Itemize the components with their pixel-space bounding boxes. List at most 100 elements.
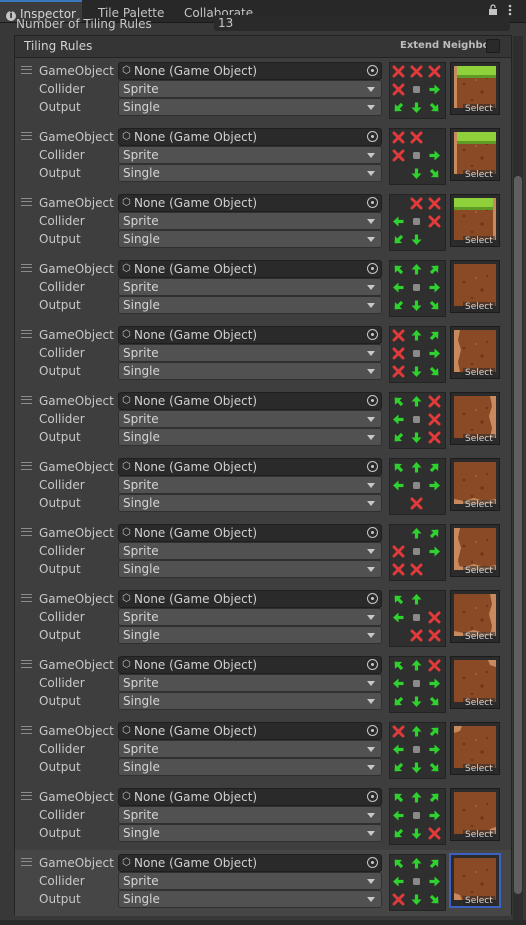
arrow-downright-icon[interactable] <box>426 363 443 380</box>
neighbor-cell-empty[interactable] <box>390 627 407 644</box>
not-this-icon[interactable] <box>426 213 443 230</box>
object-picker-icon[interactable] <box>367 329 378 340</box>
tiling-rule[interactable]: GameObject Collider Output ⬡ None (Game Obje… <box>15 58 511 124</box>
drag-handle-icon[interactable] <box>21 792 32 800</box>
neighbor-cell-empty[interactable] <box>390 165 407 182</box>
drag-handle-icon[interactable] <box>21 330 32 338</box>
arrow-down-icon[interactable] <box>408 297 425 314</box>
neighbor-cell-empty[interactable] <box>426 231 443 248</box>
not-this-icon[interactable] <box>390 63 407 80</box>
output-dropdown[interactable]: Single <box>118 98 382 116</box>
collider-dropdown[interactable]: Sprite <box>118 344 382 362</box>
select-button[interactable]: Select <box>463 104 495 114</box>
arrow-right-icon[interactable] <box>426 741 443 758</box>
not-this-icon[interactable] <box>390 723 407 740</box>
object-picker-icon[interactable] <box>367 461 378 472</box>
arrow-right-icon[interactable] <box>426 279 443 296</box>
select-button[interactable]: Select <box>463 764 495 774</box>
drag-handle-icon[interactable] <box>21 396 32 404</box>
center-cell-icon[interactable] <box>408 741 425 758</box>
arrow-downright-icon[interactable] <box>426 759 443 776</box>
arrow-up-icon[interactable] <box>408 657 425 674</box>
arrow-down-icon[interactable] <box>408 825 425 842</box>
gameobject-field[interactable]: ⬡ None (Game Object) <box>118 128 382 146</box>
arrow-upleft-icon[interactable] <box>390 789 407 806</box>
number-of-rules-field[interactable]: 13 <box>214 15 510 31</box>
output-dropdown[interactable]: Single <box>118 428 382 446</box>
object-picker-icon[interactable] <box>367 857 378 868</box>
arrow-upleft-icon[interactable] <box>390 591 407 608</box>
arrow-left-icon[interactable] <box>390 213 407 230</box>
not-this-icon[interactable] <box>426 609 443 626</box>
arrow-upright-icon[interactable] <box>426 855 443 872</box>
sprite-preview[interactable]: Select <box>450 854 500 907</box>
tiling-rule[interactable]: GameObject Collider Output ⬡ None (Game Obje… <box>15 784 511 850</box>
arrow-upleft-icon[interactable] <box>390 855 407 872</box>
not-this-icon[interactable] <box>426 825 443 842</box>
select-button[interactable]: Select <box>463 368 495 378</box>
object-picker-icon[interactable] <box>367 593 378 604</box>
arrow-right-icon[interactable] <box>426 477 443 494</box>
arrow-left-icon[interactable] <box>390 873 407 890</box>
arrow-downleft-icon[interactable] <box>390 99 407 116</box>
object-picker-icon[interactable] <box>367 65 378 76</box>
arrow-down-icon[interactable] <box>408 429 425 446</box>
output-dropdown[interactable]: Single <box>118 164 382 182</box>
arrow-downleft-icon[interactable] <box>390 693 407 710</box>
not-this-icon[interactable] <box>390 147 407 164</box>
arrow-up-icon[interactable] <box>408 789 425 806</box>
output-dropdown[interactable]: Single <box>118 626 382 644</box>
sprite-preview[interactable]: Select <box>450 524 500 577</box>
collider-dropdown[interactable]: Sprite <box>118 146 382 164</box>
gameobject-field[interactable]: ⬡ None (Game Object) <box>118 392 382 410</box>
collider-dropdown[interactable]: Sprite <box>118 608 382 626</box>
arrow-down-icon[interactable] <box>408 363 425 380</box>
select-button[interactable]: Select <box>463 566 495 576</box>
neighbor-cell-empty[interactable] <box>426 495 443 512</box>
not-this-icon[interactable] <box>390 561 407 578</box>
sprite-preview[interactable]: Select <box>450 62 500 115</box>
arrow-right-icon[interactable] <box>426 543 443 560</box>
output-dropdown[interactable]: Single <box>118 890 382 908</box>
gameobject-field[interactable]: ⬡ None (Game Object) <box>118 656 382 674</box>
sprite-preview[interactable]: Select <box>450 194 500 247</box>
object-picker-icon[interactable] <box>367 527 378 538</box>
arrow-up-icon[interactable] <box>408 393 425 410</box>
not-this-icon[interactable] <box>408 627 425 644</box>
drag-handle-icon[interactable] <box>21 198 32 206</box>
select-button[interactable]: Select <box>463 236 495 246</box>
tiling-rule[interactable]: GameObject Collider Output ⬡ None (Game Obje… <box>15 256 511 322</box>
extend-neighbor-checkbox[interactable] <box>486 39 500 53</box>
center-cell-icon[interactable] <box>408 609 425 626</box>
neighbor-cell-empty[interactable] <box>426 561 443 578</box>
tiling-rule[interactable]: GameObject Collider Output ⬡ None (Game Obje… <box>15 520 511 586</box>
gameobject-field[interactable]: ⬡ None (Game Object) <box>118 590 382 608</box>
arrow-up-icon[interactable] <box>408 459 425 476</box>
center-cell-icon[interactable] <box>408 675 425 692</box>
not-this-icon[interactable] <box>408 129 425 146</box>
select-button[interactable]: Select <box>463 434 495 444</box>
object-picker-icon[interactable] <box>367 791 378 802</box>
arrow-upright-icon[interactable] <box>426 459 443 476</box>
collider-dropdown[interactable]: Sprite <box>118 872 382 890</box>
collider-dropdown[interactable]: Sprite <box>118 806 382 824</box>
drag-handle-icon[interactable] <box>21 858 32 866</box>
arrow-down-icon[interactable] <box>408 231 425 248</box>
sprite-preview[interactable]: Select <box>450 788 500 841</box>
not-this-icon[interactable] <box>426 63 443 80</box>
tiling-rule[interactable]: GameObject Collider Output ⬡ None (Game Obje… <box>15 322 511 388</box>
gameobject-field[interactable]: ⬡ None (Game Object) <box>118 260 382 278</box>
arrow-downright-icon[interactable] <box>426 297 443 314</box>
not-this-icon[interactable] <box>390 363 407 380</box>
tiling-rule[interactable]: GameObject Collider Output ⬡ None (Game Obje… <box>15 190 511 256</box>
drag-handle-icon[interactable] <box>21 594 32 602</box>
object-picker-icon[interactable] <box>367 659 378 670</box>
arrow-down-icon[interactable] <box>408 165 425 182</box>
output-dropdown[interactable]: Single <box>118 296 382 314</box>
drag-handle-icon[interactable] <box>21 462 32 470</box>
select-button[interactable]: Select <box>463 302 495 312</box>
center-cell-icon[interactable] <box>408 411 425 428</box>
arrow-downleft-icon[interactable] <box>390 297 407 314</box>
gameobject-field[interactable]: ⬡ None (Game Object) <box>118 788 382 806</box>
not-this-icon[interactable] <box>426 429 443 446</box>
